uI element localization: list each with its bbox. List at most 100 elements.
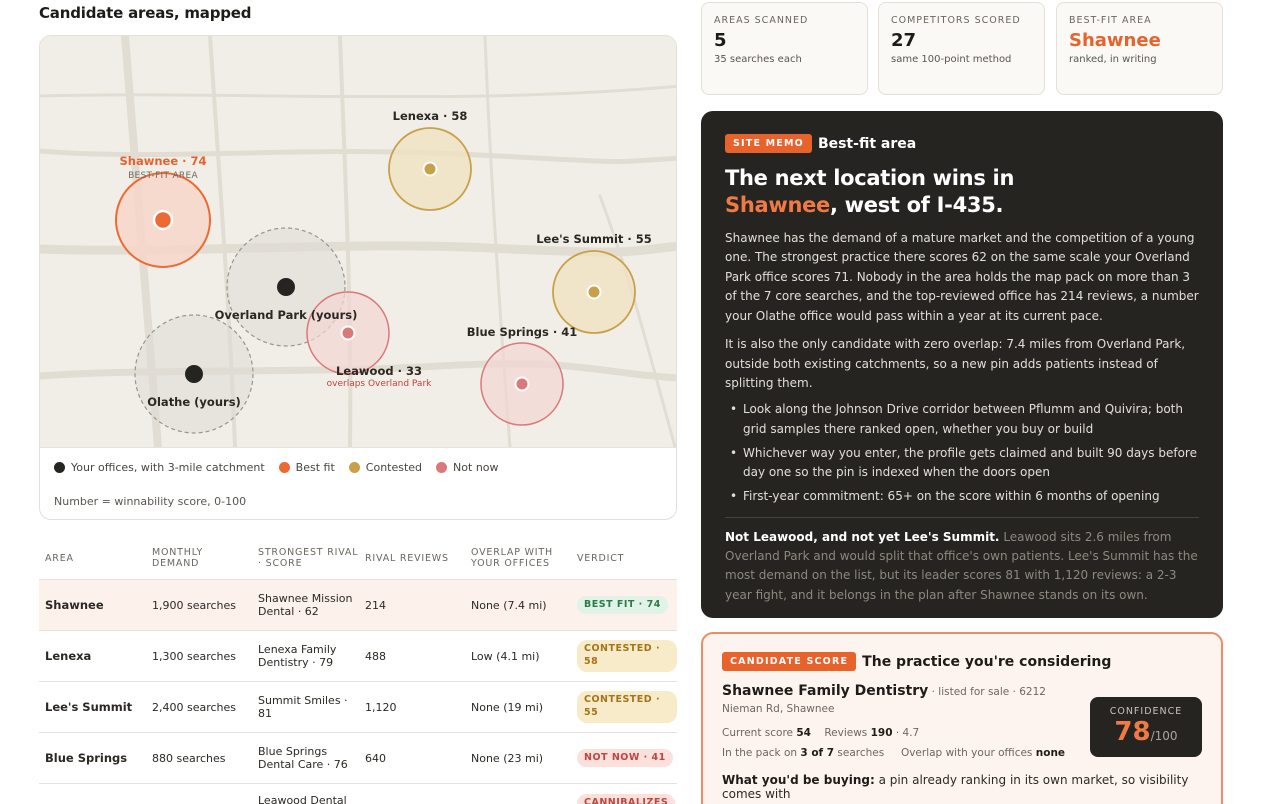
site-memo-title: Best-fit area [817,135,917,152]
stat-sub: 35 searches each [714,54,802,66]
col-area[interactable]: AREA [39,553,146,564]
leawood-label: Leawood · 33 [336,364,422,378]
cell-demand: 1,900 searches [152,598,237,612]
stat-best-fit-area: BEST-FIT AREA Shawnee ranked, in writing [1056,2,1223,95]
overlap-value: none [1035,747,1066,759]
verdict-badge: CONTESTED · 55 [577,691,677,723]
metric-label: Overlap with your offices [900,747,1036,759]
col-verdict[interactable]: VERDICT [571,553,677,564]
cell-overlap: None (23 mi) [471,751,544,765]
verdict-badge: BEST FIT · 74 [577,595,668,615]
what-youd-be-buying: What you'd be buying: a pin already rank… [722,773,1202,801]
lees-summit-pin [586,284,602,300]
map-legend: Your offices, with 3-mile catchment Best… [40,447,676,519]
col-strongest-rival[interactable]: STRONGEST RIVAL · SCORE [252,547,359,569]
legend-label: Best fit [295,461,335,474]
table-row[interactable]: Lenexa 1,300 searches Lenexa Family Dent… [39,631,677,682]
stat-sub: ranked, in writing [1069,54,1157,66]
headline-highlight: Shawnee [725,193,830,218]
best-fit-dot-icon [278,462,290,473]
verdict-badge: CONTESTED · 58 [577,640,677,672]
cell-verdict: CONTESTED · 58 [571,640,677,672]
stat-sub: same 100-point method [891,54,1012,66]
legend-label: Your offices, with 3-mile catchment [71,461,265,474]
cell-reviews: 214 [365,598,386,612]
map-card: Shawnee · 74 BEST-FIT AREA Lenexa · 58 L… [39,35,677,520]
col-rival-reviews[interactable]: RIVAL REVIEWS [359,553,465,564]
cell-overlap: None (19 mi) [471,700,544,714]
legend-label: Contested [365,461,423,474]
cell-demand: 880 searches [152,751,226,765]
confidence-label: CONFIDENCE [1109,706,1183,717]
reviews-value: 190 [870,727,893,739]
cell-verdict: BEST FIT · 74 [571,595,677,615]
table-header: AREA MONTHLY DEMAND STRONGEST RIVAL · SC… [39,537,677,580]
table-row[interactable]: Leawood Dental CANNIBALIZES [39,784,677,804]
confidence-max: /100 [1150,729,1178,743]
memo-paragraph-2: It is also the only candidate with zero … [725,337,1186,391]
overland-park-pin [277,278,295,296]
candidate-map[interactable]: Shawnee · 74 BEST-FIT AREA Lenexa · 58 L… [40,36,676,447]
cell-area: Shawnee [45,598,104,612]
cell-rival: Summit Smiles · 81 [258,694,348,720]
candidate-score-title: The practice you're considering [862,653,1112,670]
contested-dot-icon [348,462,360,473]
table-row[interactable]: Blue Springs 880 searches Blue Springs D… [39,733,677,784]
lees-summit-label: Lee's Summit · 55 [536,232,652,246]
headline-text: , west of I-435. [829,193,1004,218]
blue-springs-label: Blue Springs · 41 [466,325,578,339]
shawnee-label: Shawnee · 74 [119,154,207,168]
footnote-bold: Not Leawood, and not yet Lee's Summit. [725,529,1000,544]
stat-value: 27 [891,30,917,52]
confidence-box: CONFIDENCE 78/100 [1090,697,1202,757]
memo-divider [725,516,1199,518]
memo-bullets: Look along the Johnson Drive corridor be… [725,400,1199,507]
candidate-table: AREA MONTHLY DEMAND STRONGEST RIVAL · SC… [39,537,677,804]
cell-rival: Blue Springs Dental Care · 76 [258,745,348,771]
stat-competitors-scored: COMPETITORS SCORED 27 same 100-point met… [878,2,1045,95]
lenexa-label: Lenexa · 58 [392,109,468,123]
cell-demand: 1,300 searches [152,649,237,663]
leawood-pin [340,325,356,341]
confidence-score: 78/100 [1090,717,1202,748]
cell-verdict: CONTESTED · 55 [571,691,677,723]
legend-not-now: Not now [436,461,499,474]
col-overlap[interactable]: OVERLAP WITH YOUR OFFICES [465,547,571,569]
map-section-title: Candidate areas, mapped [39,4,252,22]
metric-label: Current score [722,727,793,739]
cell-rival: Leawood Dental [258,794,347,804]
overland-park-label: Overland Park (yours) [214,308,358,322]
buy-bold: What you'd be buying: [722,773,875,787]
practice-listing: · listed for sale · 6212 [928,686,1046,698]
candidate-score-card: CANDIDATE SCORE The practice you're consi… [701,632,1223,804]
cell-reviews: 640 [365,751,386,765]
shawnee-sublabel: BEST-FIT AREA [128,171,198,181]
site-memo-tag: SITE MEMO [725,134,812,153]
verdict-badge: NOT NOW · 41 [577,748,673,768]
memo-footnote: Not Leawood, and not yet Lee's Summit. L… [725,528,1199,605]
cell-reviews: 488 [365,649,386,663]
leawood-sublabel: overlaps Overland Park [326,379,432,389]
cell-verdict: CANNIBALIZES [571,794,677,804]
metric-label: In the pack on [722,747,801,759]
legend-note: Number = winnability score, 0-100 [54,495,247,508]
cell-rival: Shawnee Mission Dental · 62 [258,592,353,618]
pack-value: 3 of 7 [800,747,835,759]
cell-area: Blue Springs [45,751,128,765]
col-monthly-demand[interactable]: MONTHLY DEMAND [146,547,252,569]
table-row[interactable]: Lee's Summit 2,400 searches Summit Smile… [39,682,677,733]
legend-best-fit: Best fit [278,461,335,474]
cell-rival: Lenexa Family Dentistry · 79 [258,643,337,669]
headline-text: The next location wins in [725,166,1015,190]
blue-springs-pin [514,376,530,392]
stat-value: 5 [714,30,727,52]
verdict-badge: CANNIBALIZES [577,794,676,804]
table-row[interactable]: Shawnee 1,900 searches Shawnee Mission D… [39,580,677,631]
legend-contested: Contested [348,461,423,474]
memo-bullet: Whichever way you enter, the profile get… [725,444,1199,484]
cell-reviews: 1,120 [365,700,397,714]
site-memo-card: SITE MEMO Best-fit area The next location… [701,111,1223,618]
memo-headline: The next location wins in Shawnee, west … [725,165,1199,220]
stat-label: BEST-FIT AREA [1069,15,1152,26]
olathe-label: Olathe (yours) [147,395,241,409]
